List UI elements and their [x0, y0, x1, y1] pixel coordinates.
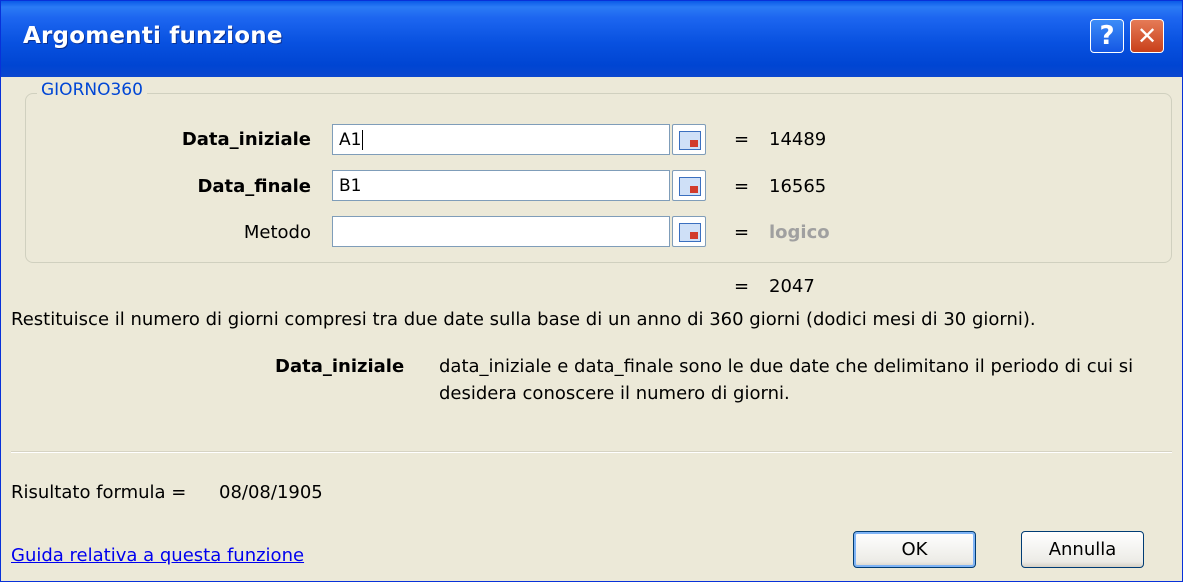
arg-equals-sign: =	[734, 222, 750, 243]
arg-label-metodo: Metodo	[243, 222, 311, 243]
arg-equals-sign: =	[734, 176, 750, 197]
metodo-result: logico	[769, 222, 830, 243]
data-iniziale-input[interactable]: A1	[332, 124, 670, 155]
collapse-dialog-icon	[679, 223, 701, 242]
function-result: 2047	[769, 276, 815, 297]
divider	[11, 451, 1172, 453]
result-equals-sign: =	[734, 276, 750, 297]
function-arguments-dialog: Argomenti funzione ? ✕ GIORNO360 Data_in…	[0, 0, 1183, 582]
help-button[interactable]: ?	[1090, 19, 1124, 53]
formula-result-label: Risultato formula =	[11, 482, 187, 503]
title-bar[interactable]: Argomenti funzione ? ✕	[1, 1, 1182, 77]
collapse-dialog-icon	[679, 177, 701, 196]
data-finale-collapse-button[interactable]	[672, 170, 706, 201]
metodo-input[interactable]	[332, 216, 670, 247]
data-finale-result: 16565	[769, 176, 827, 197]
data-iniziale-result: 14489	[769, 129, 827, 150]
function-name: GIORNO360	[37, 80, 147, 100]
arg-help-text-line2: desidera conoscere il numero di giorni.	[439, 383, 790, 404]
ok-button[interactable]: OK	[853, 531, 976, 568]
arg-help-text-line1: data_iniziale e data_finale sono le due …	[439, 356, 1134, 377]
arg-help-name: Data_iniziale	[275, 356, 405, 377]
close-button[interactable]: ✕	[1130, 19, 1164, 53]
data-finale-input[interactable]: B1	[332, 170, 670, 201]
close-icon: ✕	[1136, 22, 1158, 50]
data-iniziale-collapse-button[interactable]	[672, 124, 706, 155]
help-link[interactable]: Guida relativa a questa funzione	[11, 545, 304, 566]
formula-result-value: 08/08/1905	[219, 482, 323, 503]
help-icon: ?	[1099, 21, 1115, 51]
metodo-collapse-button[interactable]	[672, 216, 706, 247]
arg-label-data-finale: Data_finale	[197, 176, 311, 197]
function-description: Restituisce il numero di giorni compresi…	[11, 309, 1036, 330]
dialog-body: GIORNO360 Data_iniziale A1 = 14489 Data_…	[1, 77, 1182, 581]
collapse-dialog-icon	[679, 131, 701, 150]
arg-label-data-iniziale: Data_iniziale	[181, 129, 311, 150]
cancel-button[interactable]: Annulla	[1021, 531, 1144, 568]
dialog-title: Argomenti funzione	[23, 23, 283, 49]
arg-equals-sign: =	[734, 129, 750, 150]
